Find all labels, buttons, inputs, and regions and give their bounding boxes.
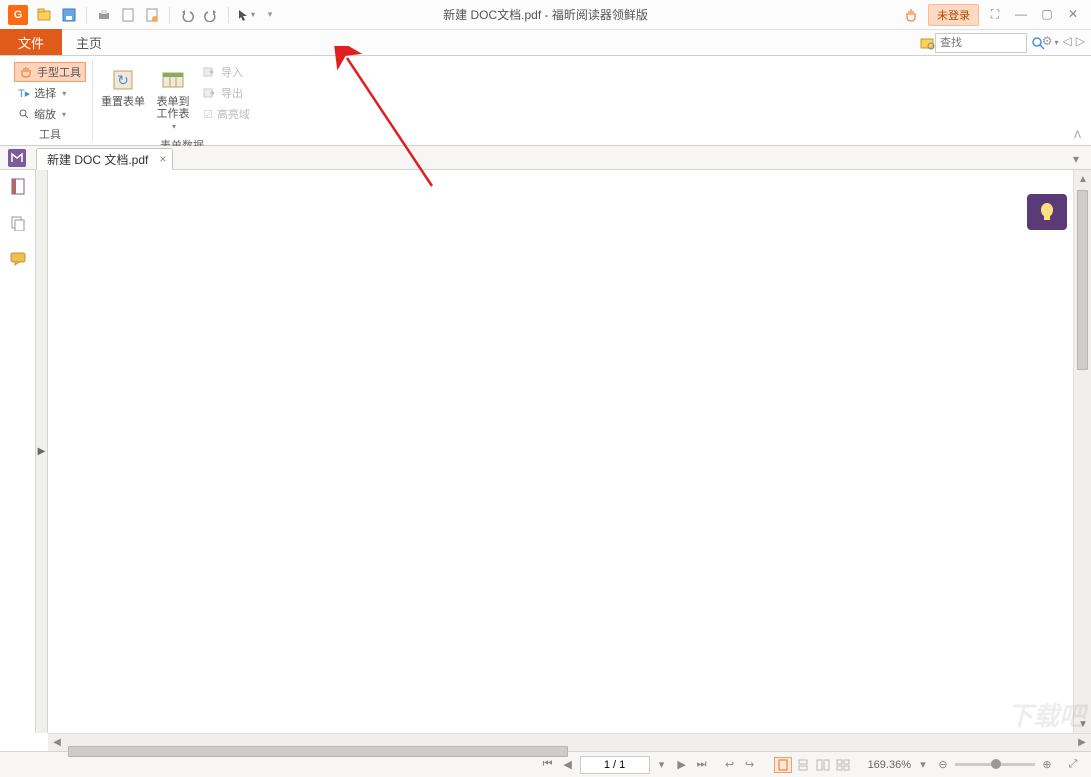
expand-icon[interactable]: ⛶ [987,7,1003,22]
next-page-icon[interactable]: ▶ [674,758,690,771]
app-small-icon [8,149,26,167]
form-to-sheet-l2: 工作表 [157,108,190,120]
zoom-control: 169.36% ▾ ⊖ ⊕ ⤢ [868,758,1081,771]
save-icon[interactable] [60,6,78,24]
menu-tab-0[interactable]: 主页 [62,29,116,55]
minimize-icon[interactable]: — [1013,7,1029,22]
title-bar: G ▾ 新建 DOC文档.pdf - 福昕阅读器领鲜版 未登录 ⛶ — ▢ ✕ [0,0,1091,30]
scroll-thumb-h[interactable] [68,746,568,757]
nav-next-icon[interactable]: ▷ [1076,34,1085,48]
ribbon-group-tools: 手型工具 T▸选择 缩放 工具 [8,60,93,141]
nav-prev-icon[interactable]: ◁ [1063,34,1072,48]
document-tab-strip: 新建 DOC 文档.pdf × ▾ [0,146,1091,170]
select-tool-label: 选择 [34,85,56,101]
form-to-sheet-button[interactable]: 表单到工作表 [149,62,197,135]
hint-bulb-button[interactable] [1027,194,1067,230]
search-input[interactable] [935,33,1027,53]
nav-pane-expand[interactable]: ▶ [36,170,48,733]
zoom-slider[interactable] [955,763,1035,766]
zoom-in-icon[interactable]: ⊕ [1039,758,1055,771]
login-button[interactable]: 未登录 [928,4,979,26]
zoom-knob[interactable] [991,759,1001,769]
first-page-icon[interactable]: ⏮ [540,758,556,771]
window-title: 新建 DOC文档.pdf - 福昕阅读器领鲜版 [443,6,648,23]
form-to-sheet-l1: 表单到 [157,96,190,108]
print-icon[interactable] [95,6,113,24]
vertical-scrollbar[interactable]: ▲ ▼ [1073,170,1091,733]
tab-dropdown-icon[interactable]: ▾ [1073,152,1079,166]
export-button[interactable]: 导出 [199,83,265,103]
scroll-thumb-v[interactable] [1077,190,1088,370]
quick-access-toolbar: ▾ [36,6,279,24]
scroll-left-icon[interactable]: ◀ [48,734,66,752]
select-tool-button[interactable]: T▸选择 [14,83,86,103]
zoom-tool-button[interactable]: 缩放 [14,104,86,124]
scroll-right-icon[interactable]: ▶ [1073,734,1091,752]
zoom-tool-label: 缩放 [34,106,56,122]
highlight-label: 高亮域 [217,106,250,122]
redo-icon[interactable] [202,6,220,24]
qat-dropdown-icon[interactable]: ▾ [261,6,279,24]
prev-page-icon[interactable]: ◀ [560,758,576,771]
page-icon[interactable] [119,6,137,24]
close-icon[interactable]: ✕ [1065,7,1081,22]
page-input[interactable] [580,756,650,774]
ribbon: 手型工具 T▸选择 缩放 工具 ↻ 重置表单 表单到工作表 导入 导出 ☑高亮域… [0,56,1091,146]
zoom-dropdown-icon[interactable]: ▾ [915,758,931,771]
reset-form-button[interactable]: ↻ 重置表单 [99,62,147,112]
scroll-up-icon[interactable]: ▲ [1074,170,1091,188]
last-page-icon[interactable]: ⏭ [694,758,710,771]
import-button[interactable]: 导入 [199,62,265,82]
fit-page-icon[interactable]: ⤢ [1065,758,1081,771]
pages-pane-icon[interactable] [7,212,29,234]
tab-close-icon[interactable]: × [159,152,166,166]
svg-text:↻: ↻ [117,72,129,88]
maximize-icon[interactable]: ▢ [1039,7,1055,22]
nav-pane [0,170,36,733]
document-viewport[interactable]: ▲ ▼ [48,170,1091,733]
hand-tool-label: 手型工具 [37,64,81,80]
cursor-tool-icon[interactable] [237,6,255,24]
menu-bar: 文件 主页 ⚙ ◁ ▷ [0,30,1091,56]
reset-form-label: 重置表单 [101,96,145,108]
bookmark-pane-icon[interactable] [7,176,29,198]
import-label: 导入 [221,64,243,80]
nav-fwd-icon[interactable]: ↪ [742,758,758,771]
document-tab-label: 新建 DOC 文档.pdf [47,151,148,168]
hand-tool-button[interactable]: 手型工具 [14,62,86,82]
gear-icon[interactable]: ⚙ [1042,34,1059,48]
highlight-fields-button[interactable]: ☑高亮域 [199,104,265,124]
file-tab[interactable]: 文件 [0,29,62,55]
page-navigator: ⏮ ◀ ▾ ▶ ⏭ ↩ ↪ [540,756,758,774]
export-label: 导出 [221,85,243,101]
page-content [48,170,1073,733]
open-icon[interactable] [36,6,54,24]
nav-back-icon[interactable]: ↩ [722,758,738,771]
undo-icon[interactable] [178,6,196,24]
horizontal-scrollbar[interactable]: ◀ ▶ [48,733,1091,751]
zoom-out-icon[interactable]: ⊖ [935,758,951,771]
content-area: ▶ ▲ ▼ [0,170,1091,733]
ribbon-collapse-icon[interactable]: ᐱ [1074,130,1081,141]
page-dropdown-icon[interactable]: ▾ [654,758,670,771]
document-tab[interactable]: 新建 DOC 文档.pdf × [36,148,173,170]
scroll-down-icon[interactable]: ▼ [1074,715,1091,733]
chevron-right-icon: ▶ [38,446,46,457]
comments-pane-icon[interactable] [7,248,29,270]
new-icon[interactable] [143,6,161,24]
zoom-value: 169.36% [868,759,911,771]
hand-up-icon[interactable] [902,6,920,24]
ribbon-group-formdata: ↻ 重置表单 表单到工作表 导入 导出 ☑高亮域 表单数据 [93,60,271,141]
app-logo-icon: G [8,5,28,25]
group-tools-label: 工具 [39,126,61,142]
